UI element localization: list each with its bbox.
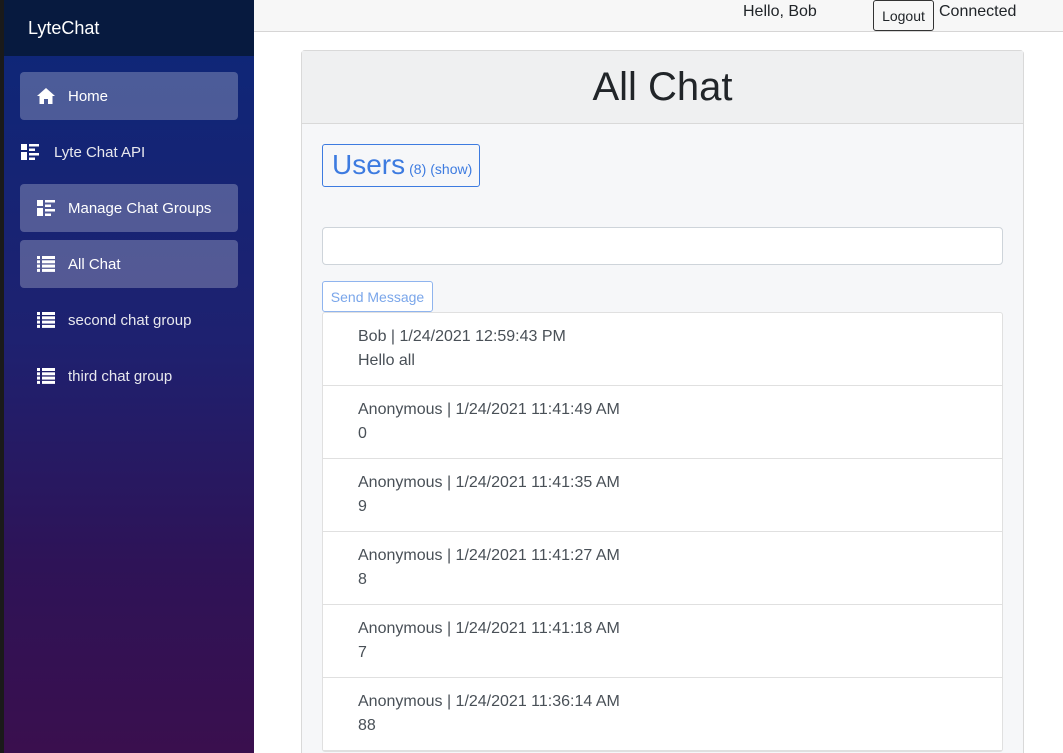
send-message-button[interactable]: Send Message	[322, 281, 433, 312]
sidebar-item-label: second chat group	[68, 311, 192, 329]
users-show-link[interactable]: (show)	[430, 161, 472, 177]
message-meta: Anonymous | 1/24/2021 11:41:27 AM	[358, 547, 620, 564]
user-greeting: Hello, Bob	[743, 3, 817, 20]
message-meta: Anonymous | 1/24/2021 11:36:14 AM	[358, 693, 620, 710]
sidebar-item-label: Manage Chat Groups	[68, 199, 212, 217]
page-title: All Chat	[302, 51, 1023, 124]
list-icon	[36, 254, 56, 274]
sidebar: LyteChat Home Lyte Chat API Manage Chat …	[4, 0, 254, 753]
dashboard-icon	[20, 142, 40, 162]
users-toggle-button[interactable]: Users (8) (show)	[322, 144, 480, 187]
message-text: 0	[358, 425, 367, 442]
message-input[interactable]	[322, 227, 1003, 265]
message-list: Bob | 1/24/2021 12:59:43 PM Hello all An…	[322, 312, 1003, 752]
message-item: Anonymous | 1/24/2021 11:41:27 AM 8	[323, 532, 1002, 605]
sidebar-item-label: Home	[68, 87, 109, 105]
connection-status: Connected	[939, 3, 1017, 20]
top-bar: Hello, Bob Logout Connected	[254, 0, 1063, 32]
message-item: Bob | 1/24/2021 12:59:43 PM Hello all	[323, 313, 1002, 386]
sidebar-item-all-chat[interactable]: All Chat	[20, 240, 238, 288]
users-count: (8)	[409, 161, 427, 177]
sidebar-item-manage-chat-groups[interactable]: Manage Chat Groups	[20, 184, 238, 232]
message-item: Anonymous | 1/24/2021 11:41:49 AM 0	[323, 386, 1002, 459]
message-text: Hello all	[358, 352, 415, 369]
sidebar-item-lyte-chat-api[interactable]: Lyte Chat API	[20, 128, 238, 176]
message-item: Anonymous | 1/24/2021 11:36:14 AM 88	[323, 678, 1002, 751]
list-icon	[36, 310, 56, 330]
message-text: 7	[358, 644, 367, 661]
logout-button[interactable]: Logout	[873, 0, 934, 31]
message-meta: Bob | 1/24/2021 12:59:43 PM	[358, 328, 566, 345]
dashboard-icon	[36, 198, 56, 218]
message-text: 8	[358, 571, 367, 588]
brand-title[interactable]: LyteChat	[4, 0, 254, 56]
message-meta: Anonymous | 1/24/2021 11:41:49 AM	[358, 401, 620, 418]
sidebar-item-second-chat-group[interactable]: second chat group	[20, 296, 238, 344]
sidebar-item-label: Lyte Chat API	[54, 143, 146, 161]
sidebar-item-home[interactable]: Home	[20, 72, 238, 120]
home-icon	[36, 86, 56, 106]
users-label: Users	[332, 149, 406, 180]
chat-card: All Chat Users (8) (show) Send Message B…	[301, 50, 1024, 753]
message-item: Anonymous | 1/24/2021 11:41:18 AM 7	[323, 605, 1002, 678]
sidebar-item-third-chat-group[interactable]: third chat group	[20, 352, 238, 400]
sidebar-item-label: third chat group	[68, 367, 173, 385]
list-icon	[36, 366, 56, 386]
message-item: Anonymous | 1/24/2021 11:41:35 AM 9	[323, 459, 1002, 532]
message-meta: Anonymous | 1/24/2021 11:41:18 AM	[358, 620, 620, 637]
message-meta: Anonymous | 1/24/2021 11:41:35 AM	[358, 474, 620, 491]
message-text: 9	[358, 498, 367, 515]
sidebar-item-label: All Chat	[68, 255, 121, 273]
sidebar-nav: Home Lyte Chat API Manage Chat Groups Al…	[4, 56, 254, 400]
message-text: 88	[358, 717, 376, 734]
